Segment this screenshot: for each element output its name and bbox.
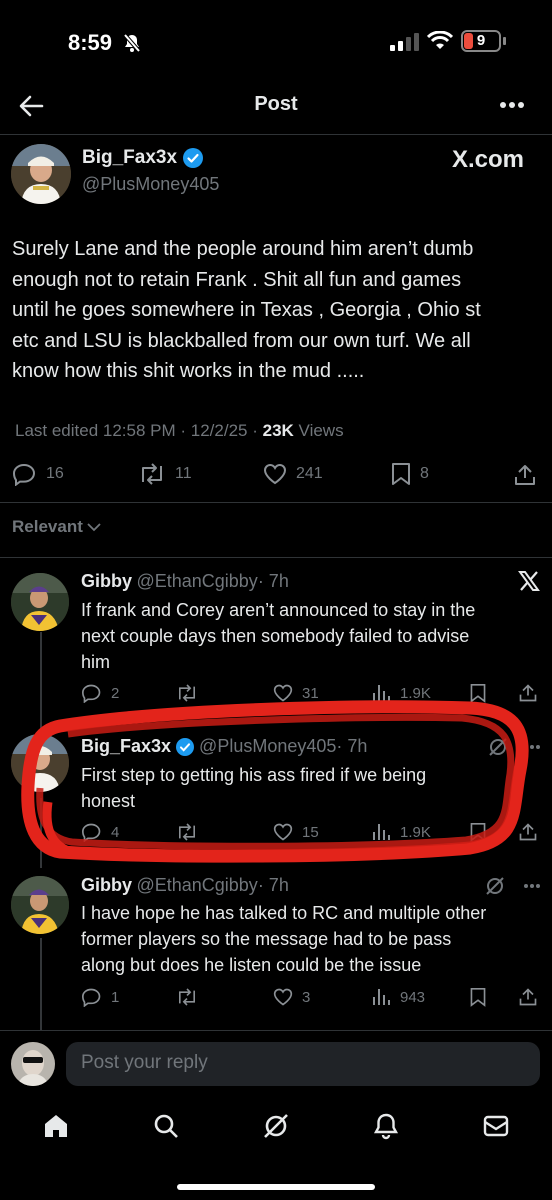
sort-divider <box>0 557 552 558</box>
repost-icon <box>175 987 199 1007</box>
reply-text-line: along but does he listen could be the is… <box>81 955 422 975</box>
post-text-line: etc and LSU is blackballed from our own … <box>12 329 471 352</box>
home-icon[interactable] <box>42 1112 70 1140</box>
notifications-bell-icon[interactable] <box>372 1112 400 1140</box>
bookmark-icon[interactable] <box>469 987 487 1007</box>
page-title: Post <box>254 93 298 115</box>
author-name[interactable]: Big_Fax3x <box>82 147 177 169</box>
source-label: X.com <box>452 146 525 173</box>
battery-level: 9 <box>476 32 486 49</box>
reply-text-line: next couple days then somebody failed to… <box>81 626 470 646</box>
reply-repost-button[interactable] <box>175 987 199 1007</box>
reply-composer-input[interactable]: Post your reply <box>66 1042 540 1086</box>
reply-text: I have hope he has talked to RC and mult… <box>81 900 541 978</box>
grok-nav-icon[interactable] <box>262 1112 290 1140</box>
thread-line <box>40 938 42 1030</box>
reply-reply-button[interactable]: 1 <box>81 987 119 1007</box>
search-icon[interactable] <box>152 1112 180 1140</box>
reply-time: · 7h <box>257 875 289 895</box>
reply-author-name[interactable]: Gibby <box>81 875 132 895</box>
home-indicator <box>177 1184 375 1190</box>
composer-divider <box>0 1030 552 1031</box>
reply-composer-placeholder: Post your reply <box>81 1052 208 1073</box>
x-logo-icon <box>518 570 540 592</box>
bookmark-icon <box>390 462 412 486</box>
verified-badge-icon <box>183 148 204 168</box>
wifi-icon <box>427 31 453 51</box>
views-count: 23K <box>262 421 294 440</box>
share-icon[interactable] <box>513 463 537 487</box>
post-text-line: Surely Lane and the people around him ar… <box>12 238 474 260</box>
author-handle[interactable]: @PlusMoney405 <box>82 174 219 195</box>
repost-button[interactable]: 11 <box>137 462 192 486</box>
battery-icon: 9 <box>461 30 501 52</box>
more-options-icon[interactable] <box>499 101 525 109</box>
post-text: Surely Lane and the people around him ar… <box>12 234 548 387</box>
more-options-icon[interactable] <box>523 883 541 889</box>
heart-icon <box>272 987 294 1007</box>
grok-icon[interactable] <box>484 875 506 897</box>
battery-tip <box>503 37 506 45</box>
silent-bell-icon <box>122 33 142 53</box>
like-count: 241 <box>296 465 323 482</box>
share-icon[interactable] <box>518 987 538 1007</box>
reply-time: · 7h <box>257 571 289 591</box>
reply-avatar[interactable] <box>11 876 69 934</box>
red-annotation-circle <box>0 690 552 880</box>
views-bar-icon <box>372 987 392 1007</box>
reply-button[interactable]: 16 <box>12 462 64 486</box>
current-user-avatar[interactable] <box>11 1042 55 1086</box>
sort-dropdown[interactable]: Relevant <box>12 517 101 537</box>
reply-text: If frank and Corey aren’t announced to s… <box>81 597 541 675</box>
edited-timestamp[interactable]: Last edited 12:58 PM · 12/2/25 · <box>15 421 258 440</box>
like-count: 3 <box>302 988 311 1006</box>
cellular-signal-icon <box>390 33 420 51</box>
reply-text-line: him <box>81 652 111 672</box>
reply-avatar[interactable] <box>11 573 69 631</box>
messages-mail-icon[interactable] <box>482 1112 510 1140</box>
reply-icon <box>12 462 38 486</box>
reply-text-line: former players so the message had to be … <box>81 929 452 949</box>
reply-icon <box>81 987 103 1007</box>
header-divider <box>0 134 552 135</box>
post-text-line: know how this shit works in the mud ....… <box>12 360 365 382</box>
post-text-line: enough not to retain Frank . Shit all fu… <box>12 268 462 291</box>
reply-count: 1 <box>111 988 120 1006</box>
post-text-line: until he goes somewhere in Texas , Georg… <box>12 299 481 321</box>
bookmark-count: 8 <box>420 465 429 482</box>
reply-author-handle[interactable]: @EthanCgibby <box>136 571 257 591</box>
repost-count: 11 <box>175 465 192 482</box>
sort-label: Relevant <box>12 517 83 536</box>
reply-count: 16 <box>46 465 64 482</box>
repost-icon <box>137 462 167 486</box>
views-count: 943 <box>400 988 426 1006</box>
reply-views-button[interactable]: 943 <box>372 987 425 1007</box>
status-time: 8:59 <box>68 30 113 55</box>
heart-icon <box>262 462 288 486</box>
actions-divider <box>0 502 552 503</box>
bookmark-button[interactable]: 8 <box>390 462 429 486</box>
views-label: Views <box>298 421 344 440</box>
reply-author-name[interactable]: Gibby <box>81 571 132 591</box>
author-avatar[interactable] <box>11 144 71 204</box>
like-button[interactable]: 241 <box>262 462 323 486</box>
reply-like-button[interactable]: 3 <box>272 987 310 1007</box>
reply-text-line: If frank and Corey aren’t announced to s… <box>81 600 476 620</box>
reply-text-line: I have hope he has talked to RC and mult… <box>81 903 487 923</box>
reply-author-handle[interactable]: @EthanCgibby <box>136 875 257 895</box>
chevron-down-icon <box>87 522 101 532</box>
